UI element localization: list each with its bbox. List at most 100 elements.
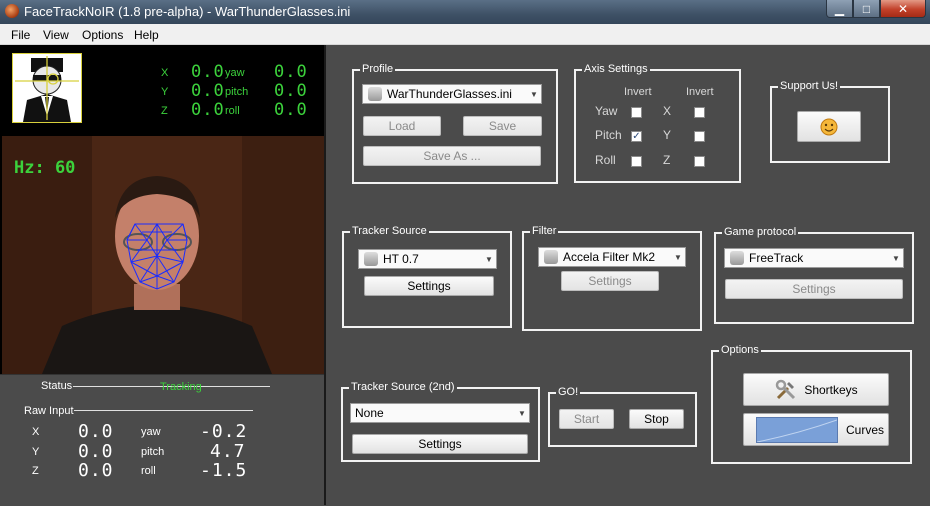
raw-roll-value: -1.5 bbox=[200, 460, 248, 481]
curves-label: Curves bbox=[846, 422, 885, 437]
tracker-source-combo[interactable]: HT 0.7 ▼ bbox=[358, 249, 497, 269]
protocol-settings-button[interactable]: Settings bbox=[725, 279, 903, 299]
pose-roll-label: roll bbox=[225, 105, 240, 117]
smiley-icon bbox=[820, 118, 838, 135]
app-icon bbox=[5, 4, 19, 18]
raw-x-label: X bbox=[32, 426, 40, 438]
menu-help[interactable]: Help bbox=[134, 28, 159, 42]
pose-z-value: 0.0 bbox=[191, 100, 225, 120]
tracker-source-value: HT 0.7 bbox=[383, 252, 419, 266]
invert-pitch-checkbox[interactable]: ✓ bbox=[631, 131, 642, 142]
invert-x-checkbox[interactable] bbox=[694, 107, 705, 118]
curves-icon bbox=[756, 416, 838, 443]
raw-y-value: 0.0 bbox=[78, 441, 114, 462]
chevron-down-icon: ▼ bbox=[674, 252, 682, 262]
shortkeys-label: Shortkeys bbox=[804, 382, 858, 397]
tools-icon bbox=[776, 379, 796, 399]
avatar bbox=[12, 53, 82, 123]
pose-roll-value: 0.0 bbox=[274, 100, 308, 120]
stop-button[interactable]: Stop bbox=[629, 409, 684, 429]
load-button[interactable]: Load bbox=[363, 116, 441, 136]
panel-divider bbox=[324, 45, 326, 505]
invert-header-trans: Invert bbox=[686, 86, 714, 98]
axis-x-label: X bbox=[663, 104, 672, 118]
raw-pitch-label: pitch bbox=[141, 446, 165, 458]
go-label: GO! bbox=[556, 386, 581, 398]
chevron-down-icon: ▼ bbox=[485, 254, 493, 264]
axis-settings-label: Axis Settings bbox=[582, 63, 650, 75]
filter-icon bbox=[544, 250, 558, 264]
invert-yaw-checkbox[interactable] bbox=[631, 107, 642, 118]
file-icon bbox=[368, 87, 382, 101]
filter-settings-button[interactable]: Settings bbox=[561, 271, 659, 291]
tracker-2nd-settings-button[interactable]: Settings bbox=[352, 434, 528, 454]
profile-combo-value: WarThunderGlasses.ini bbox=[387, 87, 512, 101]
invert-header-rot: Invert bbox=[624, 86, 652, 98]
raw-input-label: Raw Input bbox=[24, 405, 74, 417]
curves-button[interactable]: Curves bbox=[743, 413, 889, 446]
pose-yaw-value: 0.0 bbox=[274, 62, 308, 82]
close-button[interactable]: ✕ bbox=[880, 0, 926, 18]
menu-file[interactable]: File bbox=[11, 28, 30, 42]
axis-roll-label: Roll bbox=[595, 153, 616, 167]
save-as-button[interactable]: Save As ... bbox=[363, 146, 541, 166]
axis-pitch-label: Pitch bbox=[595, 128, 622, 142]
pose-pitch-label: pitch bbox=[225, 86, 249, 98]
raw-input-divider bbox=[74, 410, 253, 411]
pose-yaw-label: yaw bbox=[225, 67, 245, 79]
pose-pitch-value: 0.0 bbox=[274, 81, 308, 101]
menu-view[interactable]: View bbox=[43, 28, 69, 42]
raw-yaw-label: yaw bbox=[141, 426, 161, 438]
status-value: Tracking bbox=[160, 381, 202, 393]
raw-z-label: Z bbox=[32, 465, 39, 477]
profile-combo[interactable]: WarThunderGlasses.ini ▼ bbox=[362, 84, 542, 104]
status-label: Status bbox=[41, 380, 73, 392]
invert-roll-checkbox[interactable] bbox=[631, 156, 642, 167]
raw-y-label: Y bbox=[32, 446, 40, 458]
pose-y-label: Y bbox=[161, 86, 169, 98]
minimize-button[interactable]: ▁ bbox=[826, 0, 853, 18]
filter-combo[interactable]: Accela Filter Mk2 ▼ bbox=[538, 247, 686, 267]
filter-value: Accela Filter Mk2 bbox=[563, 250, 656, 264]
tracker-source-label: Tracker Source bbox=[350, 225, 429, 237]
hz-readout: Hz: 60 bbox=[14, 158, 76, 178]
options-group: Options bbox=[711, 344, 912, 464]
protocol-icon bbox=[730, 251, 744, 265]
tracker-source-2nd-value: None bbox=[355, 406, 384, 420]
pose-z-label: Z bbox=[161, 105, 168, 117]
chevron-down-icon: ▼ bbox=[892, 253, 900, 263]
chevron-down-icon: ▼ bbox=[518, 408, 526, 418]
profile-group-label: Profile bbox=[360, 63, 396, 75]
axis-z-label: Z bbox=[663, 153, 671, 167]
axis-yaw-label: Yaw bbox=[595, 104, 618, 118]
invert-y-checkbox[interactable] bbox=[694, 131, 705, 142]
game-protocol-value: FreeTrack bbox=[749, 251, 804, 265]
save-button[interactable]: Save bbox=[463, 116, 542, 136]
chevron-down-icon: ▼ bbox=[530, 89, 538, 99]
options-label: Options bbox=[719, 344, 761, 356]
window-title: FaceTrackNoIR (1.8 pre-alpha) - WarThund… bbox=[24, 4, 351, 19]
raw-z-value: 0.0 bbox=[78, 460, 114, 481]
game-protocol-group: Game protocol bbox=[714, 226, 914, 324]
support-button[interactable] bbox=[797, 111, 861, 142]
game-protocol-combo[interactable]: FreeTrack ▼ bbox=[724, 248, 904, 268]
pose-y-value: 0.0 bbox=[191, 81, 225, 101]
raw-x-value: 0.0 bbox=[78, 421, 114, 442]
shortkeys-button[interactable]: Shortkeys bbox=[743, 373, 889, 406]
axis-y-label: Y bbox=[663, 128, 672, 142]
support-label: Support Us! bbox=[778, 80, 841, 92]
tracker-source-2nd-combo[interactable]: None ▼ bbox=[350, 403, 530, 423]
pose-x-label: X bbox=[161, 67, 169, 79]
invert-z-checkbox[interactable] bbox=[694, 156, 705, 167]
menu-options[interactable]: Options bbox=[82, 28, 123, 42]
raw-pitch-value: 4.7 bbox=[210, 441, 246, 462]
tracker-settings-button[interactable]: Settings bbox=[364, 276, 494, 296]
start-button[interactable]: Start bbox=[559, 409, 614, 429]
game-protocol-label: Game protocol bbox=[722, 226, 799, 238]
maximize-button[interactable]: □ bbox=[853, 0, 880, 18]
raw-yaw-value: -0.2 bbox=[200, 421, 248, 442]
tracker-source-2nd-label: Tracker Source (2nd) bbox=[349, 381, 457, 393]
filter-label: Filter bbox=[530, 225, 559, 237]
tracker-icon bbox=[364, 252, 378, 266]
raw-roll-label: roll bbox=[141, 465, 156, 477]
